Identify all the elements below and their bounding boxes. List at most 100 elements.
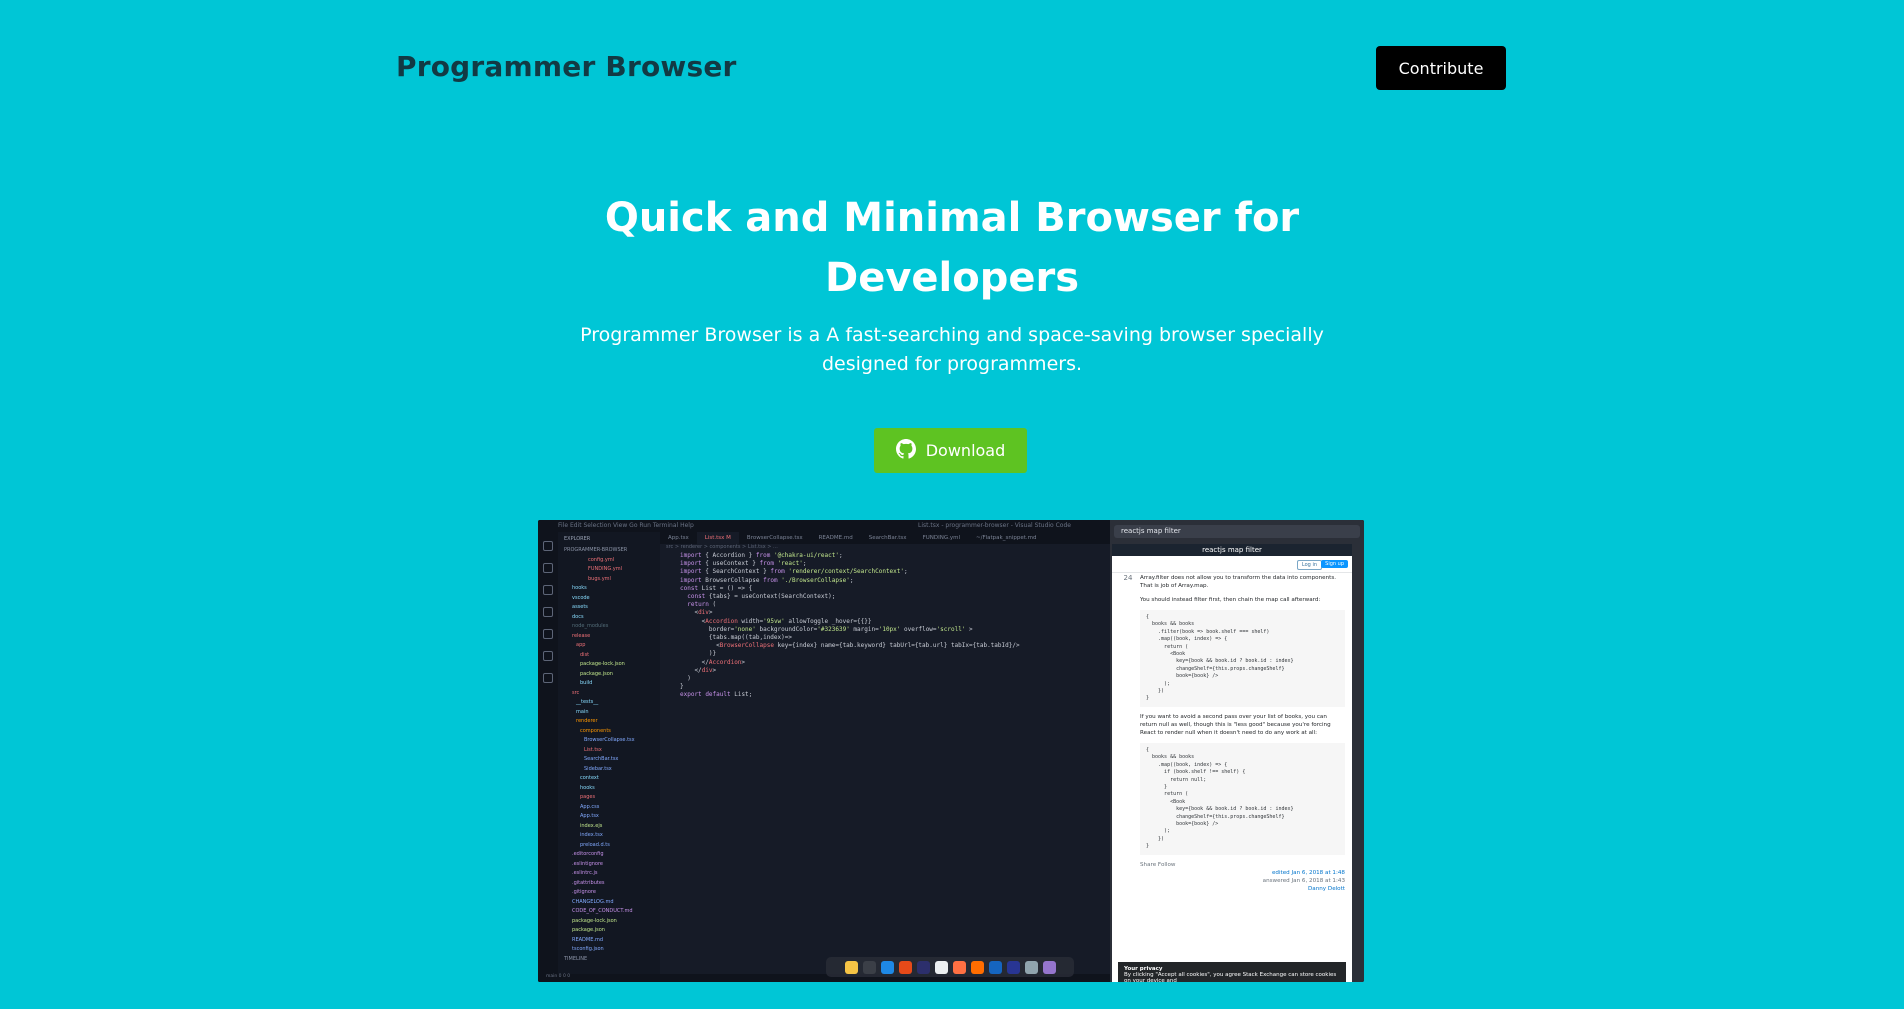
file-tree-item[interactable]: CHANGELOG.md [558, 898, 660, 908]
file-tree-item[interactable]: node_modules [558, 622, 660, 632]
code-content: import { Accordion } from '@chakra-ui/re… [660, 552, 1110, 700]
file-tree-item[interactable]: .editorconfig [558, 850, 660, 860]
remote-icon [543, 651, 553, 661]
file-tree-item[interactable]: assets [558, 603, 660, 613]
account-icon [543, 673, 553, 683]
app-screenshot: File Edit Selection View Go Run Terminal… [538, 520, 1364, 982]
file-tree-item[interactable]: package-lock.json [558, 917, 660, 927]
editor-tab[interactable]: App.tsx [660, 532, 697, 544]
brand-logo[interactable]: Programmer Browser [396, 50, 737, 83]
file-tree-item[interactable]: dist [558, 651, 660, 661]
file-tree-item[interactable]: hooks [558, 784, 660, 794]
file-tree-item[interactable]: index.ejs [558, 822, 660, 832]
privacy-text: By clicking "Accept all cookies", you ag… [1124, 972, 1337, 982]
file-tree-item[interactable]: main [558, 708, 660, 718]
file-tree-item[interactable]: vscode [558, 594, 660, 604]
file-tree-item[interactable]: src [558, 689, 660, 699]
code-line: <BrowserCollapse key={index} name={tab.k… [680, 642, 1020, 650]
activity-bar [538, 532, 558, 982]
file-tree-item[interactable]: app [558, 641, 660, 651]
file-tree-item[interactable]: docs [558, 613, 660, 623]
hero-title: Quick and Minimal Browser for Developers [552, 188, 1352, 308]
login-button[interactable]: Log in [1296, 560, 1322, 570]
code-block-1: { books && books .filter(book => book.sh… [1140, 610, 1345, 707]
macos-dock [826, 957, 1074, 977]
editor-tab[interactable]: SearchBar.tsx [861, 532, 915, 544]
vscode-window-title: List.tsx - programmer-browser - Visual S… [918, 522, 1071, 529]
vote-count: 24 [1123, 574, 1133, 582]
code-line: border='none' backgroundColor='#323639' … [680, 625, 973, 633]
file-tree-item[interactable]: preload.d.ts [558, 841, 660, 851]
file-tree-item[interactable]: package-lock.json [558, 660, 660, 670]
code-line: const {tabs} = useContext(SearchContext)… [687, 593, 836, 601]
figma-app-icon [916, 960, 930, 974]
share-follow[interactable]: Share Follow [1140, 861, 1345, 869]
signup-button[interactable]: Sign up [1321, 560, 1348, 568]
file-tree-item[interactable]: .eslintrc.js [558, 869, 660, 879]
browser-search-input[interactable]: reactjs map filter [1114, 525, 1360, 538]
file-tree-item[interactable]: tsconfig.json [558, 945, 660, 955]
file-tree-item[interactable]: renderer [558, 717, 660, 727]
answer-body: Array.filter does not allow you to trans… [1140, 574, 1345, 893]
notes-app-icon [844, 960, 858, 974]
answer-user[interactable]: Danny Delott [1140, 885, 1345, 893]
code-line: import { useContext } from 'react'; [680, 560, 807, 568]
file-tree-item[interactable]: build [558, 679, 660, 689]
file-tree-item[interactable]: Sidebar.tsx [558, 765, 660, 775]
file-tree-item[interactable]: .gitattributes [558, 879, 660, 889]
file-tree-item[interactable]: index.tsx [558, 831, 660, 841]
app-icon [1006, 960, 1020, 974]
search-icon [543, 563, 553, 573]
file-tree-item[interactable]: SearchBar.tsx [558, 755, 660, 765]
file-tree-item[interactable]: CODE_OF_CONDUCT.md [558, 907, 660, 917]
editor-tab[interactable]: List.tsx M [696, 532, 739, 544]
editor-tab[interactable]: FUNDING.yml [915, 532, 968, 544]
code-line: const List = () => { [680, 584, 753, 592]
hero-subtitle: Programmer Browser is a A fast-searching… [552, 321, 1352, 379]
files-icon [543, 541, 553, 551]
trash-icon [1024, 960, 1038, 974]
file-tree-item[interactable]: .eslintignore [558, 860, 660, 870]
hero-title-line2: Developers [824, 255, 1080, 301]
code-line: return ( [687, 601, 717, 609]
code-block-2: { books && books .map((book, index) => {… [1140, 742, 1345, 855]
file-tree-item[interactable]: package.json [558, 926, 660, 936]
file-tree-item[interactable]: __tests__ [558, 698, 660, 708]
vscode-menu: File Edit Selection View Go Run Terminal… [558, 522, 694, 529]
file-tree-item[interactable]: bugs.yml [558, 575, 660, 585]
timeline-label: TIMELINE [564, 955, 588, 962]
file-tree-item[interactable]: List.tsx [558, 746, 660, 756]
edited-info: edited Jan 6, 2018 at 1:48 [1271, 869, 1345, 876]
file-tree-item[interactable]: pages [558, 793, 660, 803]
file-tree-item[interactable]: FUNDING.yml [558, 565, 660, 575]
file-tree-item[interactable]: App.css [558, 803, 660, 813]
file-tree-item[interactable]: components [558, 727, 660, 737]
file-tree-item[interactable]: .gitignore [558, 888, 660, 898]
file-tree-item[interactable]: context [558, 774, 660, 784]
hero-title-line1: Quick and Minimal Browser for [604, 195, 1300, 241]
file-tree-item[interactable]: hooks [558, 584, 660, 594]
file-tree-item[interactable]: package.json [558, 670, 660, 680]
answered-info: answered Jan 6, 2018 at 1:43 [1262, 877, 1345, 884]
postman-app-icon [970, 960, 984, 974]
file-tree-item[interactable]: BrowserCollapse.tsx [558, 736, 660, 746]
answer-para2: You should instead filter first, then ch… [1140, 597, 1321, 603]
code-line: import BrowserCollapse from './BrowserCo… [680, 576, 854, 584]
download-button[interactable]: Download [874, 428, 1027, 473]
extensions-icon [543, 629, 553, 639]
file-tree-item[interactable]: App.tsx [558, 812, 660, 822]
terminal-app-icon [862, 960, 876, 974]
editor-tab[interactable]: README.md [811, 532, 861, 544]
code-line: {tabs.map((tab,index)=> [680, 634, 792, 642]
file-tree-item[interactable]: README.md [558, 936, 660, 946]
hero-subtitle-line1: Programmer Browser is a A fast-searching… [580, 324, 1324, 346]
debug-icon [543, 607, 553, 617]
file-tree-item[interactable]: config.yml [558, 556, 660, 566]
editor-tab[interactable]: ~/Flatpak_snippet.md [968, 532, 1044, 544]
editor-tab[interactable]: BrowserCollapse.tsx [739, 532, 811, 544]
source-control-icon [543, 585, 553, 595]
contribute-button[interactable]: Contribute [1376, 46, 1506, 90]
stackoverflow-header: Log in Sign up [1112, 556, 1352, 573]
file-tree-item[interactable]: release [558, 632, 660, 642]
answer-para3: If you want to avoid a second pass over … [1140, 713, 1331, 736]
